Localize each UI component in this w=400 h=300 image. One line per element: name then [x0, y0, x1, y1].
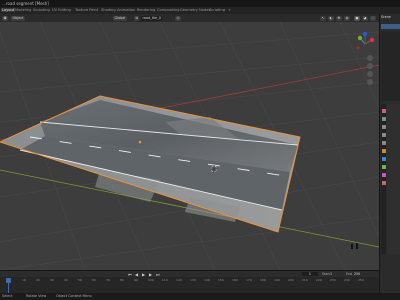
snap-icon[interactable]: ⧉: [134, 15, 140, 21]
start-frame-label: Start: [322, 271, 330, 276]
tab-animation[interactable]: Animation: [117, 8, 135, 12]
status-rotate-hint: Rotate View: [26, 294, 47, 298]
step-forward-button[interactable]: ▶: [149, 272, 152, 277]
end-frame-label: End: [346, 271, 353, 276]
frame-tick-label: 10: [22, 278, 26, 282]
frame-tick-label: 80: [120, 278, 124, 282]
frame-tick-label: 210: [302, 278, 308, 282]
properties-content[interactable]: [387, 104, 400, 254]
frame-tick-label: 240: [344, 278, 350, 282]
physics-tab-icon[interactable]: [381, 165, 386, 169]
editor-type-button[interactable]: ▣: [2, 15, 9, 21]
jump-end-button[interactable]: ⏭: [156, 272, 160, 277]
frame-tick-label: 140: [204, 278, 210, 282]
scene-tab-icon[interactable]: [381, 141, 386, 145]
frame-tick-label: 150: [218, 278, 224, 282]
select-cursor-icon[interactable]: ↖: [320, 15, 326, 21]
tab-uv-editing[interactable]: UV Editing: [52, 8, 71, 12]
tool-tab-icon[interactable]: [381, 109, 386, 113]
frame-tick-label: 20: [36, 278, 40, 282]
tab-layout[interactable]: Layout: [1, 8, 16, 12]
frame-tick-label: 130: [190, 278, 196, 282]
view-layer-tab-icon[interactable]: [381, 133, 386, 137]
visibility-icon[interactable]: ◐: [328, 15, 334, 21]
properties-panel: Scene: [379, 14, 400, 300]
frame-tick-label: 120: [176, 278, 182, 282]
frame-tick-label: 70: [106, 278, 110, 282]
start-frame-field[interactable]: 1: [330, 272, 332, 276]
tab-geometry-nodes[interactable]: Geometry Nodes: [180, 8, 210, 12]
overlay-toggle-icon[interactable]: ◍: [344, 15, 350, 21]
material-tab-icon[interactable]: [381, 173, 386, 177]
gizmo-toggle-icon[interactable]: ✥: [336, 15, 342, 21]
frame-tick-label: 100: [148, 278, 154, 282]
frame-tick-label: 230: [330, 278, 336, 282]
scene-label: Scene: [381, 15, 391, 19]
frame-tick-label: 40: [64, 278, 68, 282]
window-title: …road segment [Mesh]: [2, 1, 49, 6]
tab-texture-paint[interactable]: Texture Paint: [75, 8, 98, 12]
tab-scripting[interactable]: Scripting: [209, 8, 225, 12]
playback-controls-bar: ⏮ ◀ ▶ ▶ ⏭ 1 Start 1 End 250: [0, 271, 379, 277]
current-frame-field[interactable]: 1: [302, 271, 318, 276]
mode-dropdown[interactable]: Object: [11, 15, 26, 21]
tab-sculpting[interactable]: Sculpting: [33, 8, 50, 12]
road-plane-mesh[interactable]: [0, 95, 301, 233]
frame-tick-label: 170: [246, 278, 252, 282]
transform-orientation-dropdown[interactable]: Global: [113, 15, 127, 21]
object-name-field[interactable]: road_tile_0: [141, 15, 163, 21]
add-workspace-button[interactable]: +: [228, 8, 231, 12]
shading-rendered-icon[interactable]: ○: [370, 15, 376, 21]
properties-tab-strip: [381, 104, 386, 254]
status-select-hint: Select: [2, 294, 13, 298]
frame-tick-label: 220: [316, 278, 322, 282]
playhead-line: [8, 283, 9, 293]
title-bar: …road segment [Mesh] – □ ✕: [0, 0, 400, 7]
viewport-header: ▣ Object Global ⧉ road_tile_0 ◎ ↖ ◐ ✥ ◍ …: [0, 14, 379, 22]
end-frame-field[interactable]: 250: [354, 272, 360, 276]
navigation-gizmo[interactable]: [356, 31, 375, 50]
frame-tick-label: 60: [92, 278, 96, 282]
shading-material-icon[interactable]: ◕: [362, 15, 368, 21]
viewport-canvas: [0, 22, 379, 270]
frame-tick-label: 110: [162, 278, 168, 282]
render-tab-icon[interactable]: [381, 117, 386, 121]
step-back-button[interactable]: ◀: [135, 272, 138, 277]
tab-shading[interactable]: Shading: [101, 8, 116, 12]
shading-solid-icon[interactable]: ●: [354, 15, 360, 21]
tab-rendering[interactable]: Rendering: [137, 8, 155, 12]
timeline-editor: ⏮ ◀ ▶ ▶ ⏭ 1 Start 1 End 250 010203040506…: [0, 270, 379, 294]
frame-ruler[interactable]: 0102030405060708090100110120130140150160…: [0, 278, 379, 283]
tab-compositing[interactable]: Compositing: [157, 8, 180, 12]
workspace-tab-bar: Layout Modeling Sculpting UV Editing Tex…: [0, 7, 400, 14]
status-context-hint: Object Context Menu: [56, 294, 92, 298]
play-button[interactable]: ▶: [142, 272, 145, 277]
frame-tick-label: 190: [274, 278, 280, 282]
outliner-area[interactable]: [381, 31, 400, 101]
texture-tab-icon[interactable]: [381, 181, 386, 185]
frame-tick-label: 180: [260, 278, 266, 282]
viewport-nav-buttons[interactable]: [367, 55, 373, 85]
modifier-tab-icon[interactable]: [381, 157, 386, 161]
frame-tick-label: 160: [232, 278, 238, 282]
proportional-edit-icon[interactable]: ◎: [175, 15, 181, 21]
frame-tick-label: 50: [78, 278, 82, 282]
object-tab-icon[interactable]: [381, 149, 386, 153]
frame-tick-label: 250: [358, 278, 364, 282]
frame-tick-label: 200: [288, 278, 294, 282]
output-tab-icon[interactable]: [381, 125, 386, 129]
status-bar: Select Rotate View Object Context Menu: [0, 293, 400, 300]
3d-viewport[interactable]: [0, 22, 379, 270]
outliner-selected-row[interactable]: [381, 24, 400, 29]
tab-modeling[interactable]: Modeling: [15, 8, 31, 12]
frame-tick-label: 30: [50, 278, 54, 282]
frame-tick-label: 90: [134, 278, 138, 282]
object-origin: [138, 140, 142, 144]
jump-start-button[interactable]: ⏮: [128, 272, 132, 277]
